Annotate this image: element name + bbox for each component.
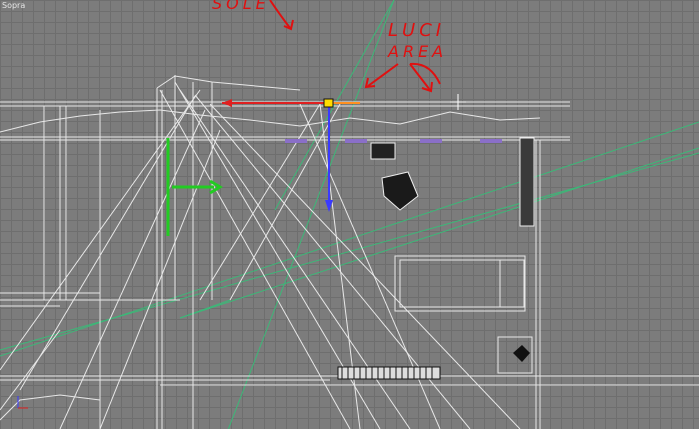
light-target-icon[interactable] xyxy=(323,98,334,108)
object-lamp[interactable] xyxy=(513,345,530,362)
viewport-label[interactable]: Sopra xyxy=(2,1,25,10)
object-chair[interactable] xyxy=(381,171,419,211)
annotation-luci: LUCI xyxy=(388,20,446,41)
annotation-sole: SOLE xyxy=(212,0,270,13)
crosshair-icon xyxy=(450,94,466,110)
axis-tripod-icon xyxy=(17,396,28,409)
viewport-top[interactable]: Sopra SOLE LUCI AREA xyxy=(0,0,699,429)
scene-wireframe[interactable] xyxy=(0,0,699,429)
light-cone xyxy=(0,0,699,429)
annotation-area: AREA xyxy=(388,42,448,61)
y-axis-arrow-icon[interactable] xyxy=(325,200,333,212)
object-camera[interactable] xyxy=(370,142,396,160)
object-cabinet[interactable] xyxy=(519,137,535,227)
object-stripes[interactable] xyxy=(337,366,441,380)
